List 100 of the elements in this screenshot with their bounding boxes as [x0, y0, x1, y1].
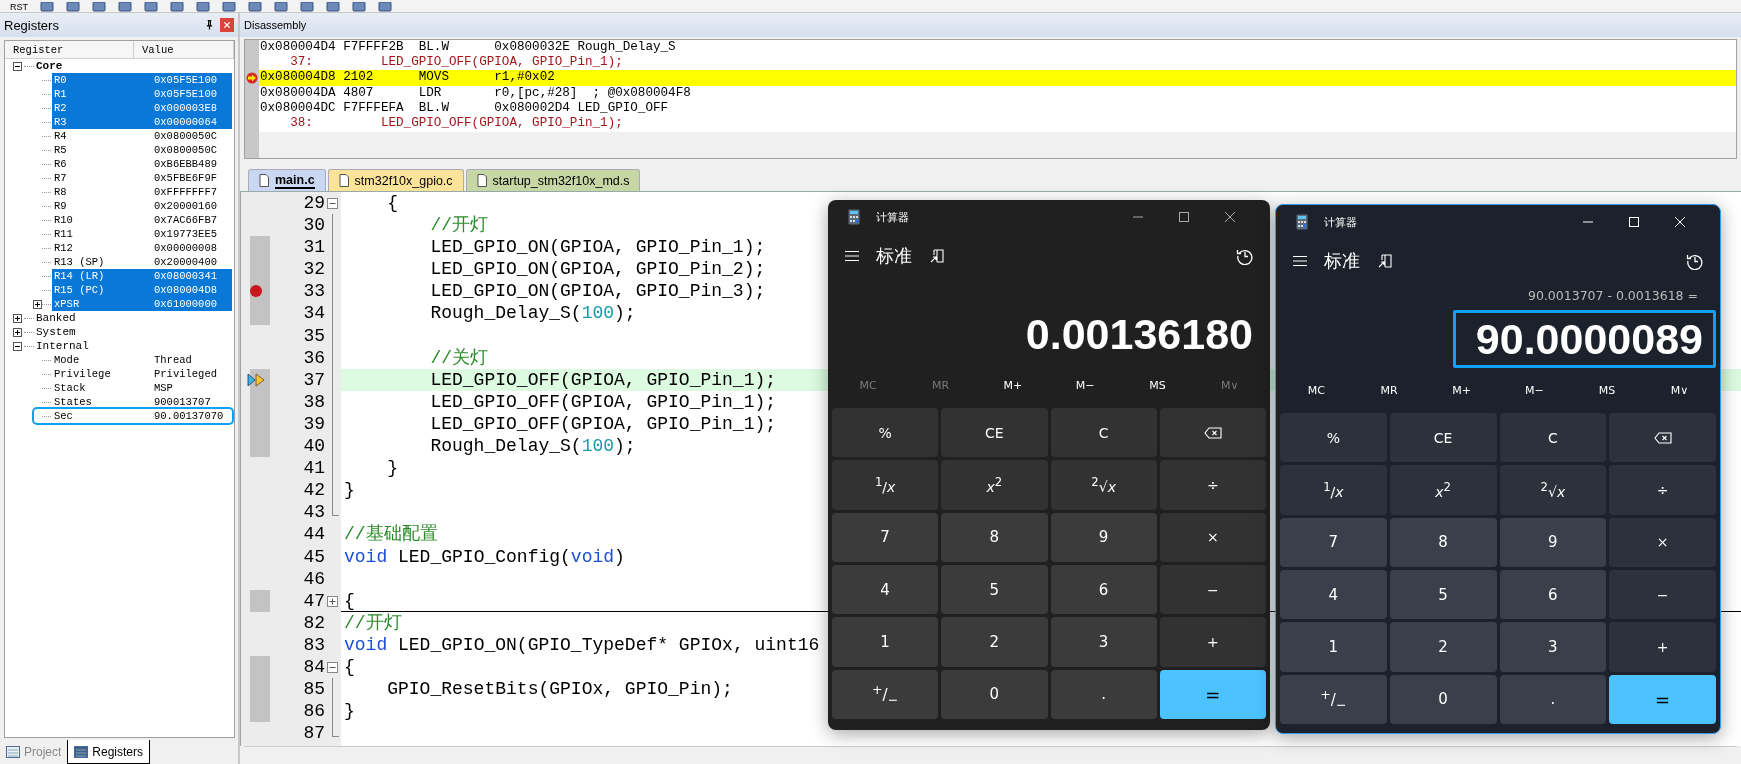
register-group[interactable]: Banked [36, 312, 76, 324]
memory-button[interactable]: M+ [1436, 383, 1487, 399]
calculator-key[interactable]: $^{1}$/x [1280, 465, 1387, 515]
calculator-key[interactable]: C [1499, 413, 1607, 463]
calculator-key[interactable]: 5 [1389, 570, 1497, 620]
toolbar-icon[interactable] [92, 2, 106, 12]
register-row[interactable]: Mode Thread [52, 353, 232, 367]
register-row[interactable]: xPSR 0x61000000 [52, 297, 232, 311]
history-icon[interactable] [1236, 247, 1254, 265]
toolbar-icon[interactable] [300, 2, 314, 12]
register-row[interactable]: Privilege Privileged [52, 367, 232, 381]
memory-button[interactable]: M+ [987, 378, 1038, 394]
calculator-key[interactable]: ÷ [1609, 465, 1716, 515]
calculator-key[interactable]: CE [941, 408, 1048, 458]
register-group[interactable]: System [36, 326, 76, 338]
calculator-key[interactable]: 1 [832, 617, 939, 667]
calculator-key[interactable]: 2 [941, 617, 1048, 667]
calculator-key[interactable]: $^{2}$√x [1050, 460, 1157, 510]
calculator-key[interactable]: 9 [1499, 517, 1607, 567]
toolbar-icon[interactable] [378, 2, 392, 12]
toolbar-icon[interactable] [118, 2, 132, 12]
calculator-key[interactable]: 0 [1389, 674, 1497, 724]
toolbar-icon[interactable] [144, 2, 158, 12]
column-header[interactable]: Value [134, 41, 234, 58]
calculator-key[interactable]: − [1609, 570, 1716, 620]
calculator-key[interactable]: % [832, 408, 939, 458]
register-row[interactable]: R10 0x7AC66FB7 [52, 213, 232, 227]
expander-icon[interactable] [13, 327, 22, 337]
toolbar-icon[interactable] [222, 2, 236, 12]
memory-button[interactable]: M− [1060, 378, 1111, 394]
calculator-key[interactable]: $^{+}$/$_{−}$ [832, 669, 939, 719]
memory-button[interactable]: MC [1291, 383, 1342, 399]
register-row[interactable]: R14 (LR) 0x08000341 [52, 269, 232, 283]
expander-icon[interactable] [13, 313, 22, 323]
calculator-key[interactable]: 4 [1280, 570, 1387, 620]
calculator-key[interactable]: + [1159, 617, 1266, 667]
pin-icon[interactable] [205, 19, 214, 31]
fold-icon[interactable] [327, 661, 338, 673]
register-row[interactable]: R1 0x05F5E100 [52, 87, 232, 101]
register-row[interactable]: R12 0x00000008 [52, 241, 232, 255]
calculator-key[interactable]: 6 [1050, 565, 1157, 615]
register-group[interactable]: Internal [36, 340, 89, 352]
memory-button[interactable]: M− [1509, 383, 1560, 399]
calculator-key[interactable]: 6 [1499, 570, 1607, 620]
calculator-key[interactable]: 5 [941, 565, 1048, 615]
calculator-key[interactable]: 3 [1499, 622, 1607, 672]
menu-icon[interactable] [1292, 255, 1308, 267]
register-row[interactable]: R7 0x5FBE6F9F [52, 171, 232, 185]
calculator-key[interactable]: x$^{2}$ [941, 460, 1048, 510]
toolbar-icon[interactable] [196, 2, 210, 12]
toolbar-icon[interactable] [274, 2, 288, 12]
toolbar-icon[interactable] [248, 2, 262, 12]
register-row[interactable]: R4 0x0800050C [52, 129, 232, 143]
calculator-key[interactable]: $^{2}$√x [1499, 465, 1607, 515]
fold-icon[interactable] [327, 198, 338, 209]
column-header[interactable]: Register [5, 41, 134, 58]
calculator-key[interactable]: 4 [832, 565, 939, 615]
maximize-icon[interactable] [1178, 211, 1190, 223]
calculator-key[interactable]: + [1609, 622, 1716, 672]
memory-button[interactable]: MR [1364, 383, 1414, 399]
reset-button[interactable]: RST [10, 2, 28, 12]
breakpoint-icon[interactable] [249, 284, 263, 299]
calculator-key[interactable]: . [1499, 674, 1607, 724]
calculator-key[interactable]: = [1159, 669, 1266, 719]
toolbar-icon[interactable] [170, 2, 184, 12]
expander-icon[interactable] [13, 341, 22, 351]
calculator-key[interactable]: 3 [1050, 617, 1157, 667]
calculator-key[interactable]: C [1050, 408, 1157, 458]
calculator-key[interactable]: $^{+}$/$_{−}$ [1280, 674, 1387, 724]
calculator-key[interactable]: = [1609, 674, 1716, 724]
register-row[interactable]: R8 0xFFFFFFF7 [52, 185, 232, 199]
calculator-key[interactable]: 2 [1389, 622, 1497, 672]
file-tab[interactable]: main.c [248, 169, 326, 191]
calculator-key[interactable]: − [1159, 565, 1266, 615]
register-group[interactable]: Core [36, 60, 63, 72]
calculator-key[interactable]: 1 [1280, 622, 1387, 672]
expander-icon[interactable] [33, 299, 42, 309]
calculator-key[interactable]: 9 [1050, 512, 1157, 562]
register-row[interactable]: Sec 90.00137070 [34, 409, 232, 423]
calculator-key[interactable]: x$^{2}$ [1389, 465, 1497, 515]
register-row[interactable]: R5 0x0800050C [52, 143, 232, 157]
register-row[interactable]: R9 0x20000160 [52, 199, 232, 213]
close-icon[interactable] [1224, 211, 1236, 223]
calculator-key[interactable]: × [1609, 517, 1716, 567]
calculator-key[interactable]: 7 [1280, 517, 1387, 567]
register-row[interactable]: R2 0x000003E8 [52, 101, 232, 115]
calculator-key[interactable]: × [1159, 512, 1266, 562]
memory-button[interactable]: MS [1581, 383, 1632, 399]
toolbar-icon[interactable] [66, 2, 80, 12]
calculator-key[interactable]: 0 [941, 669, 1048, 719]
calculator-key[interactable]: . [1050, 669, 1157, 719]
memory-button[interactable]: MS [1132, 378, 1183, 394]
panel-tab[interactable]: Registers [67, 740, 151, 764]
calculator-key[interactable]: 7 [832, 512, 939, 562]
memory-button[interactable]: M∨ [1654, 383, 1705, 399]
history-icon[interactable] [1686, 252, 1704, 270]
register-row[interactable]: R15 (PC) 0x080004D8 [52, 283, 232, 297]
toolbar-icon[interactable] [326, 2, 340, 12]
calculator-key[interactable]: 8 [941, 512, 1048, 562]
calculator-key[interactable]: % [1280, 413, 1387, 463]
